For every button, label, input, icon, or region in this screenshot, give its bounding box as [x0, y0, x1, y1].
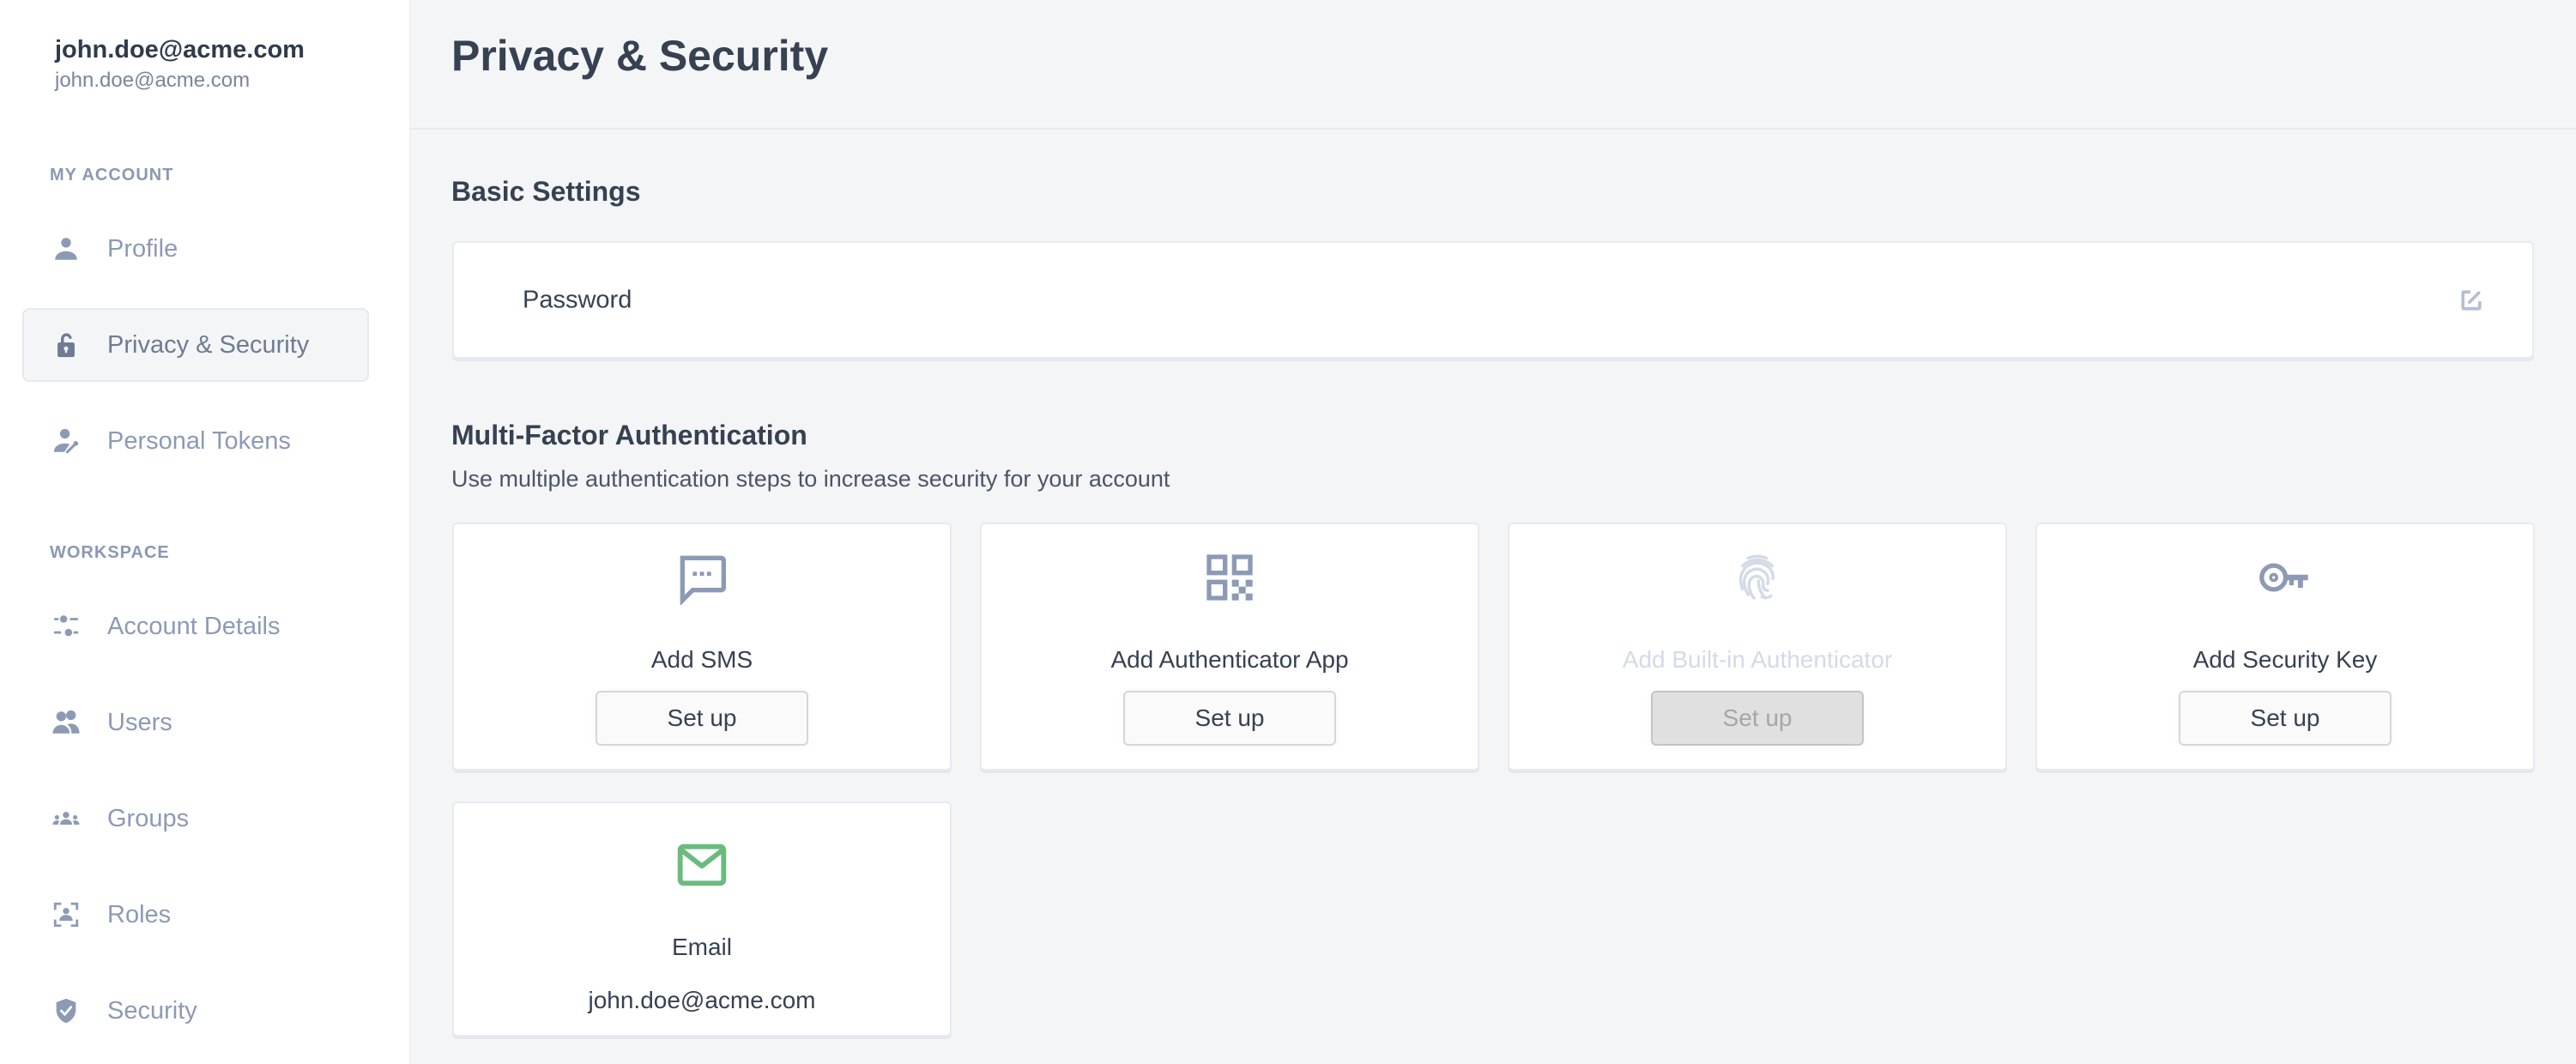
- sidebar-item-personal-tokens[interactable]: Personal Tokens: [22, 404, 369, 478]
- sidebar-item-label: Roles: [107, 900, 172, 928]
- authenticator-app-setup-button[interactable]: Set up: [1123, 691, 1336, 746]
- person-key-icon: [51, 426, 81, 456]
- user-display-name: john.doe@acme.com: [55, 36, 305, 63]
- sidebar-item-users[interactable]: Users: [22, 686, 369, 759]
- unlock-icon: [51, 330, 81, 360]
- mfa-email-value: john.doe@acme.com: [588, 987, 816, 1013]
- mail-icon: [674, 837, 729, 892]
- password-row[interactable]: Password: [452, 241, 2534, 359]
- sidebar-item-label: Personal Tokens: [107, 426, 291, 455]
- sidebar-item-label: Profile: [107, 234, 178, 263]
- sms-setup-button[interactable]: Set up: [596, 691, 808, 746]
- sms-icon: [674, 550, 729, 605]
- sidebar-item-roles[interactable]: Roles: [22, 878, 369, 952]
- mfa-card-security-key: Add Security Key Set up: [2035, 523, 2535, 771]
- page-header: Privacy & Security: [410, 0, 2576, 130]
- mfa-method-title: Add Authenticator App: [1110, 646, 1349, 673]
- sidebar-item-label: Account Details: [107, 612, 281, 640]
- qr-code-icon: [1202, 550, 1257, 605]
- user-email: john.doe@acme.com: [55, 69, 251, 92]
- main-content: Privacy & Security Basic Settings Passwo…: [410, 0, 2576, 1064]
- sidebar-item-privacy-security[interactable]: Privacy & Security: [22, 308, 369, 382]
- built-in-authenticator-setup-button[interactable]: Set up: [1651, 691, 1864, 746]
- mfa-subtitle: Use multiple authentication steps to inc…: [451, 466, 1170, 492]
- mfa-method-title: Add Security Key: [2192, 646, 2378, 673]
- sidebar-item-label: Privacy & Security: [107, 330, 310, 359]
- sidebar-item-profile[interactable]: Profile: [22, 212, 369, 286]
- key-icon: [2258, 550, 2313, 605]
- mfa-card-sms: Add SMS Set up: [452, 523, 952, 771]
- shield-check-icon: [51, 996, 81, 1025]
- security-key-setup-button[interactable]: Set up: [2179, 691, 2392, 746]
- sidebar-item-account-details[interactable]: Account Details: [22, 589, 369, 663]
- fingerprint-icon: [1730, 550, 1785, 605]
- basic-settings-title: Basic Settings: [451, 176, 641, 207]
- mfa-method-title: Email: [671, 934, 732, 960]
- sidebar-item-security[interactable]: Security: [22, 974, 369, 1048]
- users-icon: [51, 708, 81, 737]
- mfa-card-email: Email john.doe@acme.com: [452, 801, 952, 1037]
- sliders-icon: [51, 612, 81, 641]
- sidebar-item-groups[interactable]: Groups: [22, 782, 369, 855]
- mfa-title: Multi-Factor Authentication: [451, 420, 807, 450]
- role-icon: [51, 900, 81, 929]
- mfa-method-title: Add SMS: [650, 646, 753, 673]
- mfa-card-built-in-authenticator: Add Built-in Authenticator Set up: [1508, 523, 2007, 771]
- sidebar-item-label: Users: [107, 708, 172, 736]
- mfa-method-title: Add Built-in Authenticator: [1622, 646, 1893, 673]
- edit-icon[interactable]: [2460, 289, 2482, 311]
- sidebar-item-label: Groups: [107, 804, 190, 832]
- groups-icon: [51, 804, 81, 833]
- section-label-my-account: MY ACCOUNT: [50, 166, 174, 184]
- page-title: Privacy & Security: [451, 32, 829, 80]
- sidebar: john.doe@acme.com john.doe@acme.com MY A…: [0, 0, 410, 1064]
- mfa-card-authenticator-app: Add Authenticator App Set up: [980, 523, 1479, 771]
- password-label: Password: [523, 286, 632, 313]
- person-icon: [51, 234, 81, 263]
- sidebar-item-label: Security: [107, 996, 197, 1025]
- section-label-workspace: WORKSPACE: [50, 543, 170, 562]
